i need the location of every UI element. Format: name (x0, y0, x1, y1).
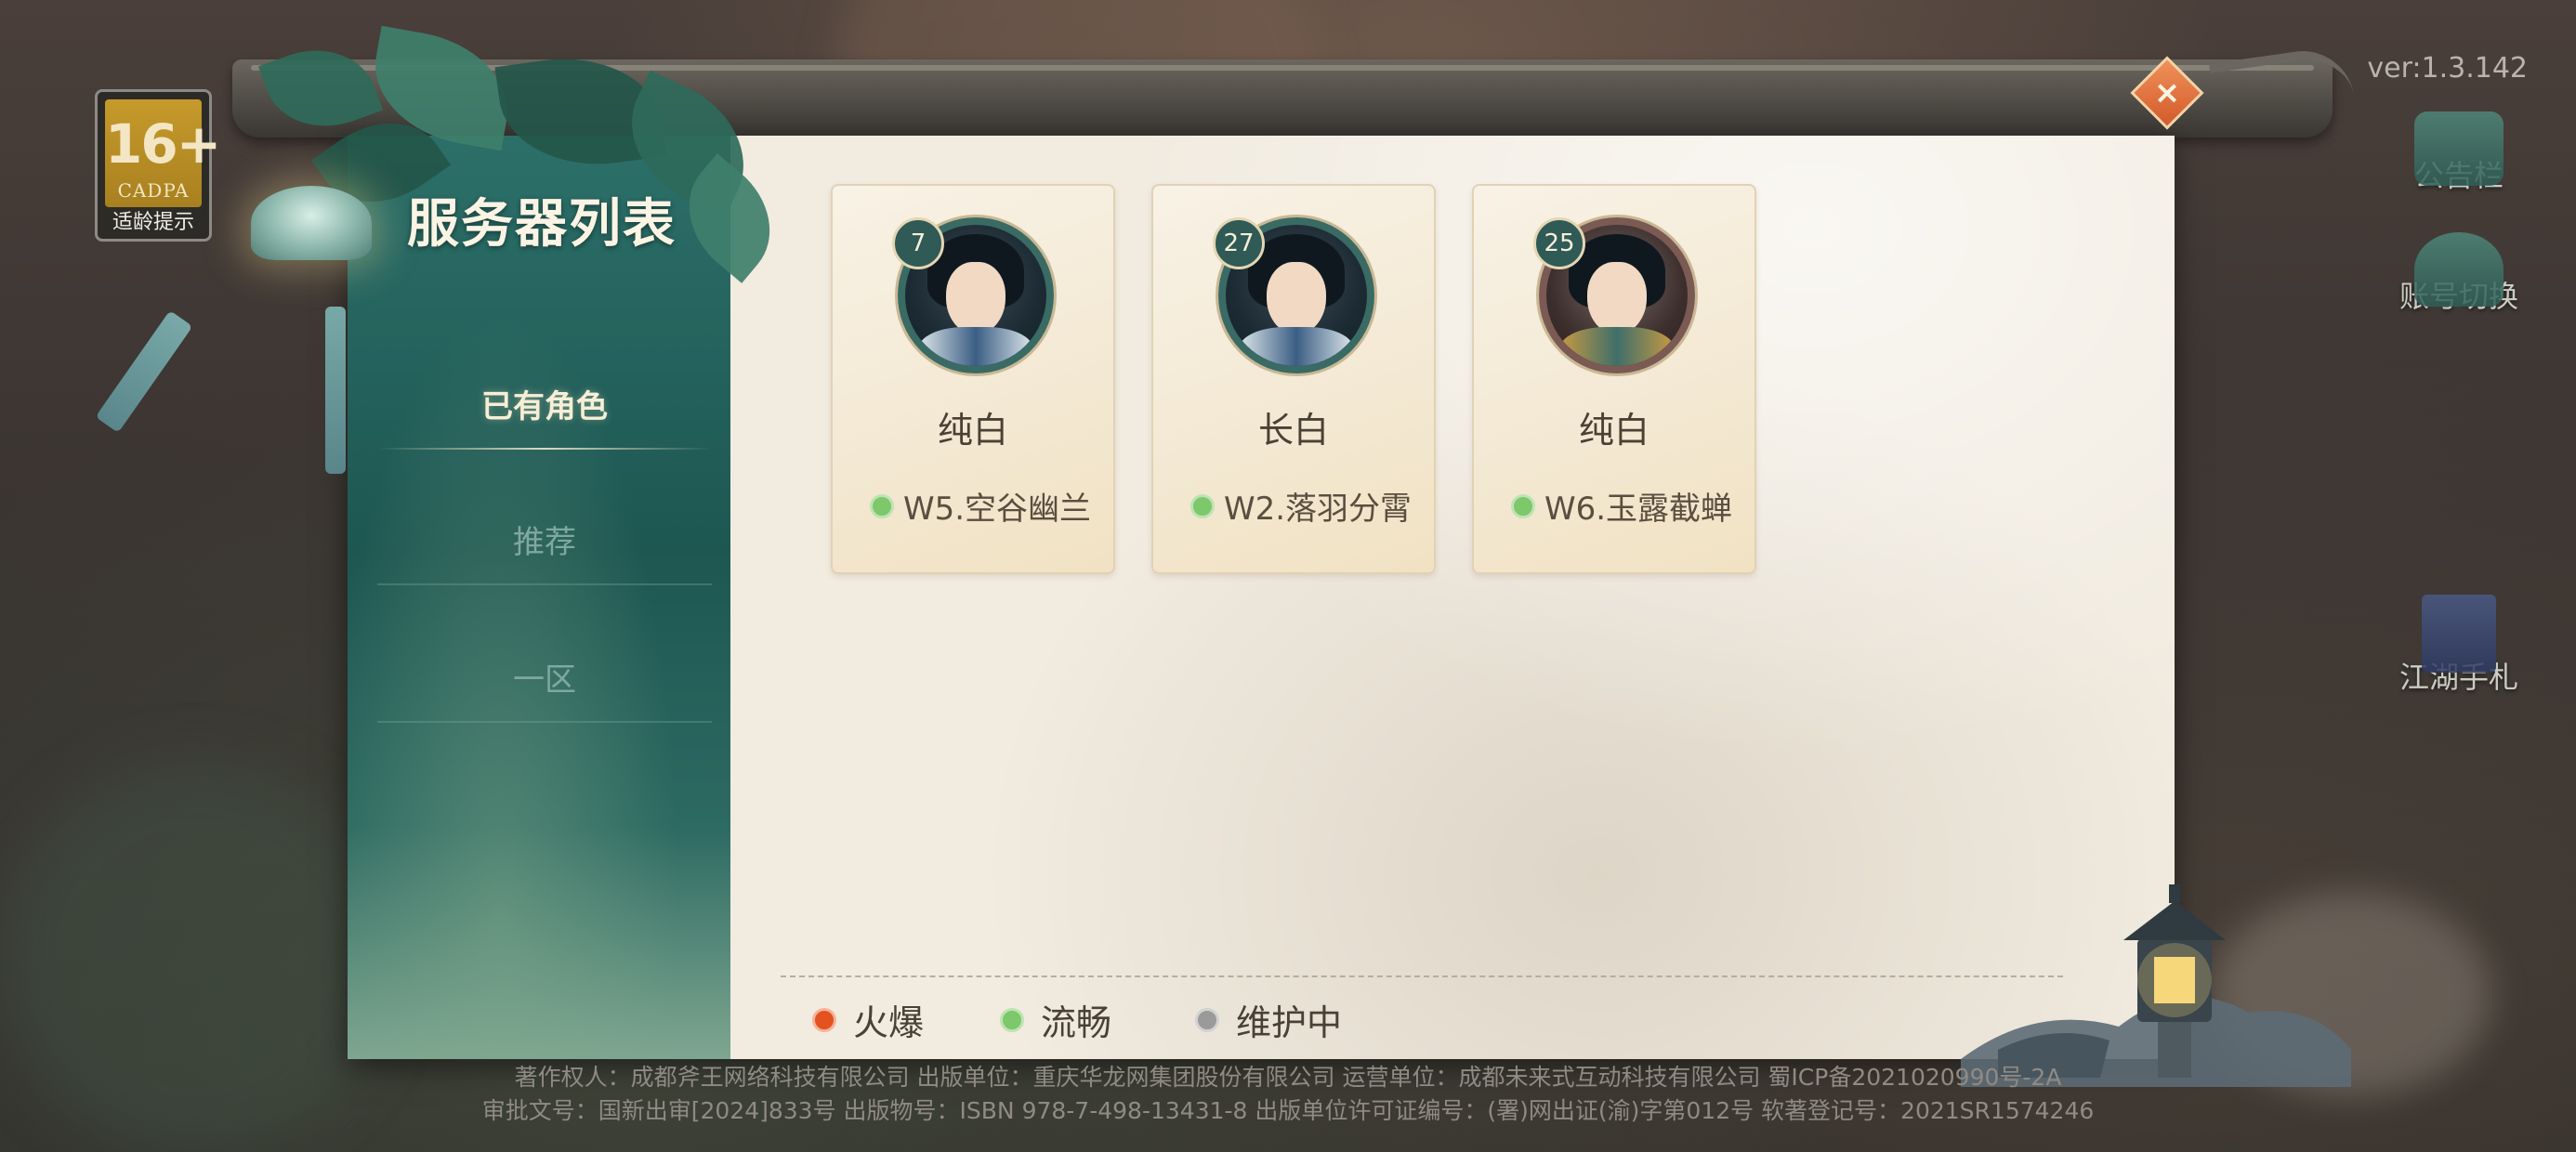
close-x-icon: × (2153, 74, 2181, 111)
status-dot-smooth-icon (1000, 1007, 1024, 1032)
notice-board-icon (2414, 111, 2504, 186)
character-card[interactable]: 7 纯白 W5.空谷幽兰 (831, 184, 1115, 574)
legend-smooth: 流畅 (1000, 994, 1111, 1043)
status-dot-maintenance-icon (1195, 1007, 1219, 1032)
server-row: W6.玉露截蝉 (1511, 483, 1732, 528)
wind-chime-ornament (251, 186, 372, 260)
copyright-line-1: 著作权人：成都斧王网络科技有限公司 出版单位：重庆华龙网集团股份有限公司 运营单… (514, 1064, 2062, 1091)
avatar-robe (1559, 327, 1675, 366)
server-status-dot-smooth (870, 493, 894, 518)
legend-label: 火爆 (853, 1002, 925, 1043)
tab-existing-characters[interactable]: 已有角色 (368, 364, 721, 450)
journal-book-icon (2422, 595, 2496, 673)
character-card[interactable]: 25 纯白 W6.玉露截蝉 (1472, 184, 1756, 574)
level-badge: 7 (892, 217, 944, 269)
legend-divider (781, 975, 2063, 977)
avatar-face (946, 262, 1005, 334)
version-label: ver:1.3.142 (2367, 52, 2528, 85)
tab-label: 推荐 (513, 524, 576, 561)
copyright-line-2: 审批文号：国新出审[2024]833号 出版物号：ISBN 978-7-498-… (481, 1097, 2095, 1124)
legend-label: 维护中 (1236, 1002, 1343, 1043)
tab-underline (377, 583, 712, 585)
tab-zone-one[interactable]: 一区 (368, 637, 721, 723)
level-badge: 25 (1533, 217, 1585, 269)
age-rating-org: CADPA (117, 179, 190, 202)
character-name: 长白 (1257, 410, 1329, 451)
account-switch-icon (2414, 232, 2504, 307)
avatar-robe (1239, 327, 1354, 366)
avatar-face (1267, 262, 1326, 334)
notice-board-button[interactable]: 公告栏 (2385, 111, 2533, 195)
account-switch-button[interactable]: 账号切换 (2385, 232, 2533, 316)
stone-lantern-decor (1961, 884, 2351, 1087)
server-status-dot-smooth (1190, 493, 1215, 518)
server-status-dot-smooth (1511, 493, 1535, 518)
copyright-footer: 著作权人：成都斧王网络科技有限公司 出版单位：重庆华龙网集团股份有限公司 运营单… (0, 1061, 2576, 1128)
ribbon-tassel (325, 307, 346, 474)
server-name: W5.空谷幽兰 (903, 491, 1092, 528)
age-rating-plate: 16+ CADPA (105, 99, 221, 207)
legend-maintenance: 维护中 (1195, 994, 1342, 1043)
legend-label: 流畅 (1041, 1002, 1112, 1043)
avatar-face (1587, 262, 1647, 334)
journal-button[interactable]: 江湖手札 (2385, 595, 2533, 697)
ribbon-tassel (95, 310, 193, 433)
age-rating-number: 16+ (105, 112, 221, 176)
age-rating-badge[interactable]: 16+ CADPA 适龄提示 (95, 89, 221, 242)
status-dot-hot-icon (812, 1007, 836, 1032)
server-name: W6.玉露截蝉 (1544, 491, 1733, 528)
legend-hot: 火爆 (812, 994, 924, 1043)
character-name: 纯白 (1578, 410, 1649, 451)
tab-recommended[interactable]: 推荐 (368, 500, 721, 585)
page-title: 服务器列表 (407, 193, 677, 255)
tab-label: 已有角色 (481, 388, 608, 425)
server-name: W2.落羽分霄 (1224, 491, 1413, 528)
server-row: W5.空谷幽兰 (870, 483, 1091, 528)
game-screen: 16+ CADPA 适龄提示 服务器列表 × 已有角色 推荐 一区 7 纯白 W… (0, 0, 2576, 1152)
character-card[interactable]: 27 长白 W2.落羽分霄 (1151, 184, 1436, 574)
tab-underline (377, 448, 712, 450)
age-rating-tip: 适龄提示 (112, 211, 194, 234)
level-badge: 27 (1213, 217, 1265, 269)
avatar-robe (918, 327, 1033, 366)
tab-underline (377, 721, 712, 723)
server-row: W2.落羽分霄 (1190, 483, 1412, 528)
tab-label: 一区 (513, 661, 576, 699)
character-name: 纯白 (937, 410, 1008, 451)
